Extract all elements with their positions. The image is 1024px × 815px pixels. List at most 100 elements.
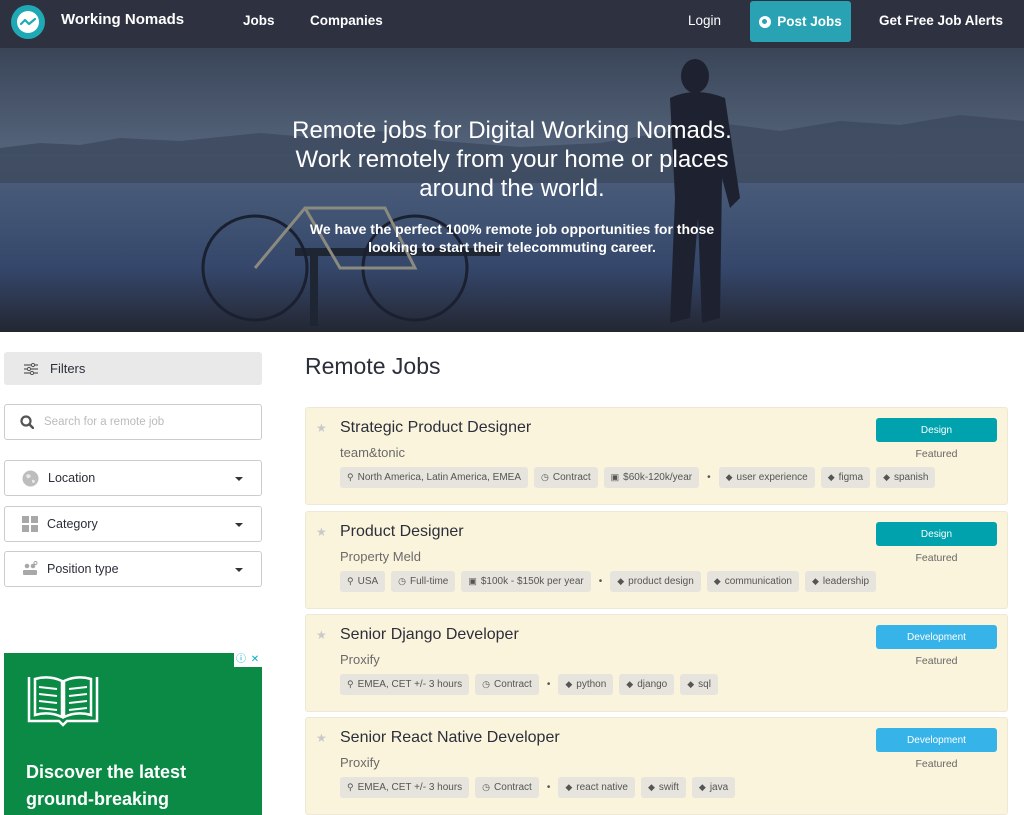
tag-chip[interactable]: ◆ swift xyxy=(640,777,686,798)
featured-label: Featured xyxy=(915,552,958,564)
tag-chip[interactable]: ◆ figma xyxy=(820,467,871,488)
job-card[interactable]: ★ Product Designer Property Meld ⚲ USA ◷ Fu… xyxy=(305,511,1008,609)
chip-label: USA xyxy=(357,576,379,587)
job-title[interactable]: Strategic Product Designer xyxy=(340,419,531,437)
chip-label: $60k-120k/year xyxy=(623,472,693,483)
tag-icon: ◆ xyxy=(687,679,695,689)
tag-icon: ◆ xyxy=(565,679,573,689)
category-dropdown[interactable]: Category xyxy=(4,506,262,542)
meta-chip: ⚲ EMEA, CET +/- 3 hours xyxy=(340,674,470,695)
chip-label: django xyxy=(637,679,668,690)
globe-icon xyxy=(22,470,39,486)
globe-icon xyxy=(759,15,772,28)
ad-headline: Discover the latest ground-breaking xyxy=(26,759,186,813)
job-meta: ⚲ EMEA, CET +/- 3 hours ◷ Contract • ◆ react n… xyxy=(340,777,736,798)
page-title: Remote Jobs xyxy=(305,353,441,379)
job-company[interactable]: team&tonic xyxy=(340,445,405,460)
nav-login-link[interactable]: Login xyxy=(688,13,721,28)
close-icon[interactable]: ✕ xyxy=(248,653,262,667)
position-type-dropdown[interactable]: Position type xyxy=(4,551,262,587)
tag-chip[interactable]: ◆ communication xyxy=(706,571,799,592)
tag-chip[interactable]: ◆ python xyxy=(558,674,614,695)
chip-label: leadership xyxy=(822,576,870,587)
brand-name[interactable]: Working Nomads xyxy=(61,11,184,28)
tag-chip[interactable]: ◆ react native xyxy=(558,777,635,798)
hero-subtitle-line: looking to start their telecommuting car… xyxy=(368,239,656,255)
tag-chip[interactable]: ◆ user experience xyxy=(718,467,815,488)
tag-chip[interactable]: ◆ product design xyxy=(610,571,701,592)
category-badge[interactable]: Development xyxy=(876,625,997,649)
tag-chip[interactable]: ◆ leadership xyxy=(804,571,877,592)
meta-chip: ▣ $60k-120k/year xyxy=(603,467,700,488)
separator-dot: • xyxy=(546,679,551,690)
tag-chip[interactable]: ◆ django xyxy=(619,674,675,695)
category-badge[interactable]: Development xyxy=(876,728,997,752)
job-company[interactable]: Proxify xyxy=(340,652,380,667)
chip-label: $100k - $150k per year xyxy=(480,576,584,587)
tag-icon: ◆ xyxy=(713,576,721,586)
ad-headline-line: Discover the latest xyxy=(26,762,187,782)
location-dropdown[interactable]: Location xyxy=(4,460,262,496)
advertisement[interactable]: ⓘ ✕ Discover the latest ground-breaking xyxy=(4,653,262,815)
clock-icon: ◷ xyxy=(398,576,407,586)
grid-icon xyxy=(22,516,38,532)
hero-title-line: around the world. xyxy=(419,175,605,202)
meta-chip: ⚲ North America, Latin America, EMEA xyxy=(340,467,528,488)
star-icon[interactable]: ★ xyxy=(316,731,327,745)
job-company[interactable]: Proxify xyxy=(340,755,380,770)
chip-label: swift xyxy=(658,782,679,793)
star-icon[interactable]: ★ xyxy=(316,525,327,539)
job-title[interactable]: Senior React Native Developer xyxy=(340,729,560,747)
chip-label: java xyxy=(709,782,729,793)
tag-chip[interactable]: ◆ sql xyxy=(680,674,718,695)
category-badge[interactable]: Design xyxy=(876,522,997,546)
job-card[interactable]: ★ Strategic Product Designer team&tonic … xyxy=(305,407,1008,505)
search-field[interactable] xyxy=(4,404,262,440)
chip-label: Full-time xyxy=(410,576,449,587)
job-meta: ⚲ EMEA, CET +/- 3 hours ◷ Contract • ◆ python ◆… xyxy=(340,674,718,695)
location-pin-icon: ⚲ xyxy=(347,782,354,792)
job-meta: ⚲ North America, Latin America, EMEA ◷ Cont… xyxy=(340,467,936,488)
meta-chip: ⚲ EMEA, CET +/- 3 hours xyxy=(340,777,470,798)
job-card[interactable]: ★ Senior React Native Developer Proxify … xyxy=(305,717,1008,815)
tag-chip[interactable]: ◆ java xyxy=(691,777,736,798)
category-badge[interactable]: Design xyxy=(876,418,997,442)
job-title[interactable]: Senior Django Developer xyxy=(340,626,519,644)
meta-chip: ⚲ USA xyxy=(340,571,386,592)
tag-chip[interactable]: ◆ spanish xyxy=(876,467,936,488)
chevron-down-icon xyxy=(235,477,243,481)
nav-jobs-link[interactable]: Jobs xyxy=(243,13,275,28)
chip-label: react native xyxy=(576,782,628,793)
hero-title-line: Work remotely from your home or places xyxy=(295,146,729,173)
job-alerts-link[interactable]: Get Free Job Alerts xyxy=(879,13,1003,28)
position-type-label: Position type xyxy=(47,562,119,576)
tag-icon: ◆ xyxy=(698,782,706,792)
featured-label: Featured xyxy=(915,758,958,770)
tag-icon: ◆ xyxy=(626,679,634,689)
job-title[interactable]: Product Designer xyxy=(340,523,464,541)
search-input[interactable] xyxy=(44,416,244,428)
logo-icon[interactable] xyxy=(11,5,45,39)
chip-label: user experience xyxy=(736,472,808,483)
nav-companies-link[interactable]: Companies xyxy=(310,13,383,28)
post-jobs-button[interactable]: Post Jobs xyxy=(750,1,851,42)
star-icon[interactable]: ★ xyxy=(316,421,327,435)
clock-icon: ◷ xyxy=(482,782,491,792)
chevron-down-icon xyxy=(235,523,243,527)
tag-icon: ◆ xyxy=(565,782,573,792)
tag-icon: ◆ xyxy=(725,472,733,482)
chip-label: EMEA, CET +/- 3 hours xyxy=(357,782,463,793)
category-label: Category xyxy=(47,517,98,531)
chip-label: communication xyxy=(724,576,792,587)
workers-icon xyxy=(23,561,38,575)
location-pin-icon: ⚲ xyxy=(347,679,354,689)
star-icon[interactable]: ★ xyxy=(316,628,327,642)
info-icon[interactable]: ⓘ xyxy=(234,653,248,667)
clock-icon: ◷ xyxy=(482,679,491,689)
filters-toggle[interactable]: Filters xyxy=(4,352,262,385)
job-card[interactable]: ★ Senior Django Developer Proxify ⚲ EMEA,… xyxy=(305,614,1008,712)
meta-chip: ◷ Contract xyxy=(534,467,598,488)
job-company[interactable]: Property Meld xyxy=(340,549,421,564)
chip-label: North America, Latin America, EMEA xyxy=(357,472,521,483)
separator-dot: • xyxy=(598,576,603,587)
